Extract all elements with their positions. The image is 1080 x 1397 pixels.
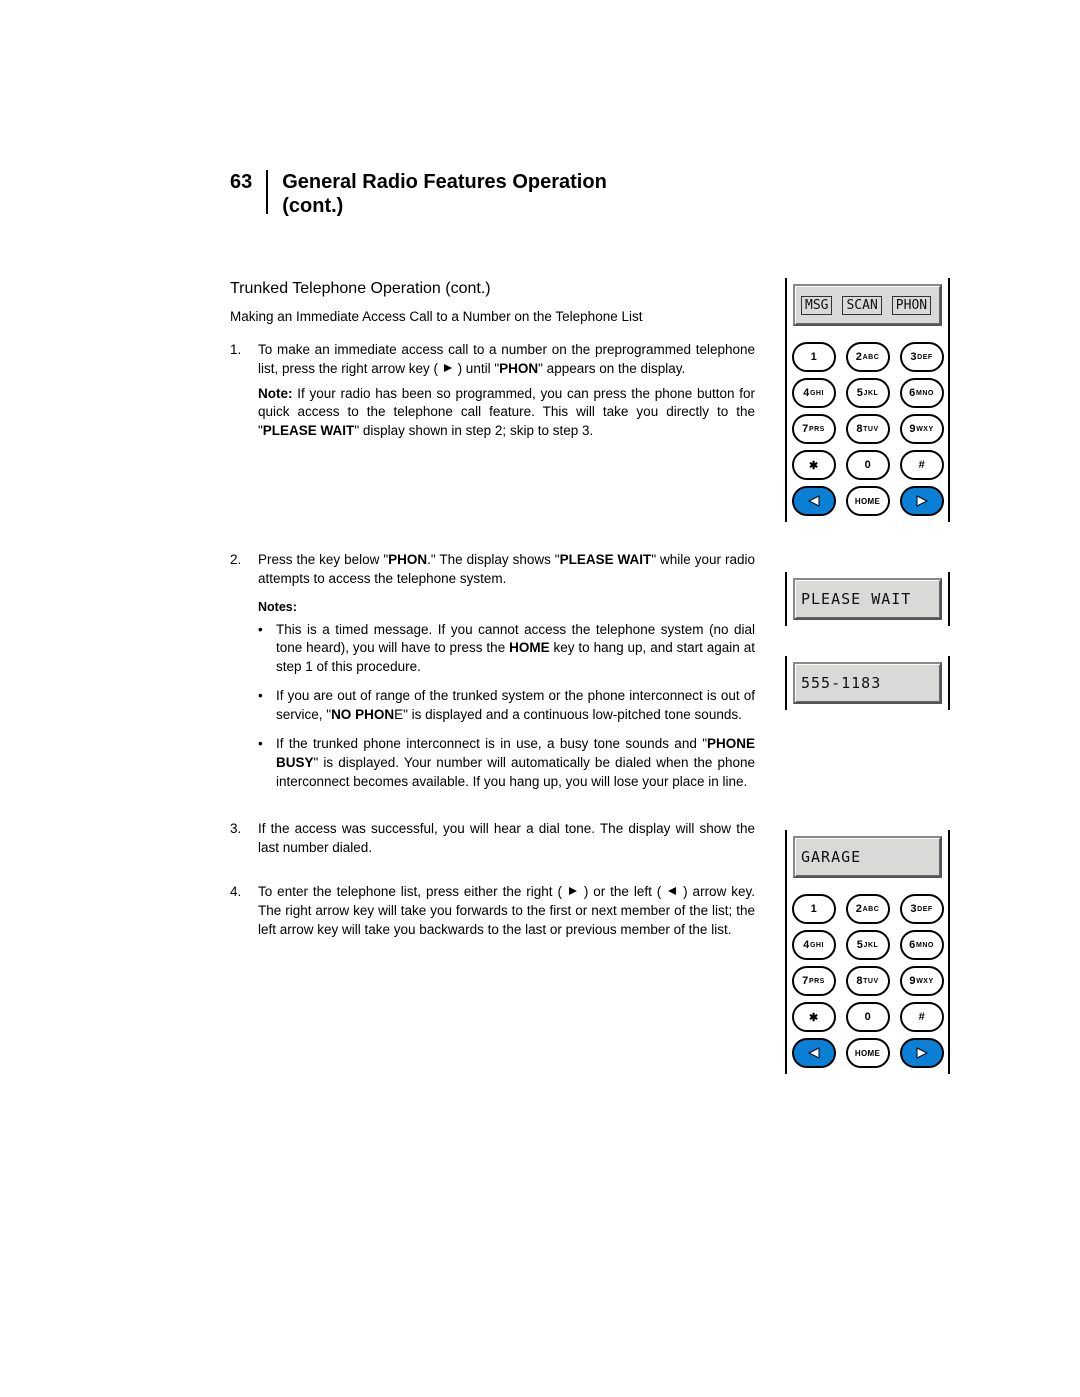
right-arrow-icon xyxy=(442,360,454,379)
key-6[interactable]: 6MNO xyxy=(900,378,944,408)
key-2[interactable]: 2ABC xyxy=(846,342,890,372)
lcd-number: 555-1183 xyxy=(793,662,942,704)
step-3: 3. If the access was successful, you wil… xyxy=(230,820,755,858)
lcd-display-1: MSG SCAN PHON xyxy=(793,284,942,326)
key-4[interactable]: 4GHI xyxy=(792,378,836,408)
manual-page: 63 General Radio Features Operation (con… xyxy=(0,0,1080,1184)
right-arrow-icon xyxy=(567,883,579,902)
page-number: 63 xyxy=(230,170,268,214)
key-3[interactable]: 3DEF xyxy=(900,342,944,372)
key-5[interactable]: 5JKL xyxy=(846,930,890,960)
note-2: •If you are out of range of the trunked … xyxy=(258,687,755,725)
step-4: 4. To enter the telephone list, press ei… xyxy=(230,883,755,940)
key-left-arrow[interactable] xyxy=(792,486,836,516)
key-home[interactable]: HOME xyxy=(846,486,890,516)
page-header: 63 General Radio Features Operation (con… xyxy=(230,170,950,218)
key-star[interactable]: ✱ xyxy=(792,450,836,480)
key-hash[interactable]: # xyxy=(900,450,944,480)
radio-display-3: 555-1183 xyxy=(785,656,950,710)
radio-device-4: GARAGE 1 2ABC 3DEF 4GHI 5JKL 6MNO 7PRS 8… xyxy=(785,830,950,1074)
key-9[interactable]: 9WXY xyxy=(900,966,944,996)
illustration-column: MSG SCAN PHON 1 2ABC 3DEF 4GHI 5JKL 6MNO… xyxy=(785,278,950,1104)
note-1: •This is a timed message. If you cannot … xyxy=(258,621,755,678)
radio-display-2: PLEASE WAIT xyxy=(785,572,950,626)
left-arrow-icon xyxy=(666,883,678,902)
notes-label: Notes: xyxy=(258,599,755,617)
key-6[interactable]: 6MNO xyxy=(900,930,944,960)
key-0[interactable]: 0 xyxy=(846,450,890,480)
key-8[interactable]: 8TUV xyxy=(846,414,890,444)
lcd-garage: GARAGE xyxy=(793,836,942,878)
key-star[interactable]: ✱ xyxy=(792,1002,836,1032)
page-title: General Radio Features Operation (cont.) xyxy=(268,170,607,218)
intro-text: Making an Immediate Access Call to a Num… xyxy=(230,308,755,327)
key-2[interactable]: 2ABC xyxy=(846,894,890,924)
key-4[interactable]: 4GHI xyxy=(792,930,836,960)
step-2: 2. Press the key below "PHON." The displ… xyxy=(230,551,755,805)
key-1[interactable]: 1 xyxy=(792,342,836,372)
note-3: •If the trunked phone interconnect is in… xyxy=(258,735,755,792)
key-home[interactable]: HOME xyxy=(846,1038,890,1068)
key-7[interactable]: 7PRS xyxy=(792,966,836,996)
subsection-title: Trunked Telephone Operation (cont.) xyxy=(230,278,755,300)
key-hash[interactable]: # xyxy=(900,1002,944,1032)
key-0[interactable]: 0 xyxy=(846,1002,890,1032)
text-column: Trunked Telephone Operation (cont.) Maki… xyxy=(230,278,755,1104)
key-8[interactable]: 8TUV xyxy=(846,966,890,996)
key-left-arrow[interactable] xyxy=(792,1038,836,1068)
key-9[interactable]: 9WXY xyxy=(900,414,944,444)
key-7[interactable]: 7PRS xyxy=(792,414,836,444)
key-1[interactable]: 1 xyxy=(792,894,836,924)
key-right-arrow[interactable] xyxy=(900,486,944,516)
radio-device-1: MSG SCAN PHON 1 2ABC 3DEF 4GHI 5JKL 6MNO… xyxy=(785,278,950,522)
key-right-arrow[interactable] xyxy=(900,1038,944,1068)
key-5[interactable]: 5JKL xyxy=(846,378,890,408)
keypad-1: 1 2ABC 3DEF 4GHI 5JKL 6MNO 7PRS 8TUV 9WX… xyxy=(793,342,942,516)
key-3[interactable]: 3DEF xyxy=(900,894,944,924)
keypad-2: 1 2ABC 3DEF 4GHI 5JKL 6MNO 7PRS 8TUV 9WX… xyxy=(793,894,942,1068)
step-1: 1. To make an immediate access call to a… xyxy=(230,341,755,441)
lcd-please-wait: PLEASE WAIT xyxy=(793,578,942,620)
